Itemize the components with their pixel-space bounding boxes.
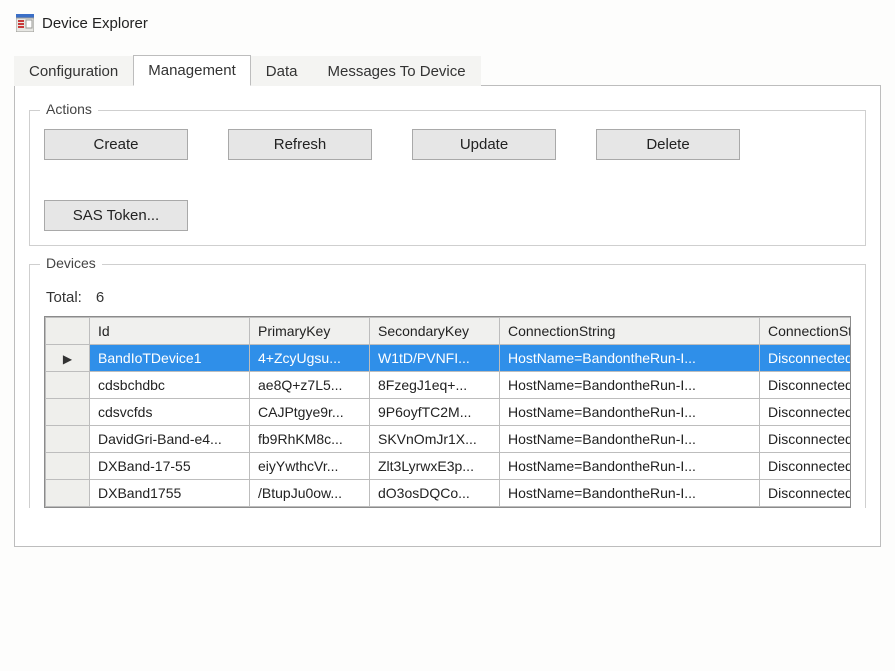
cell-id[interactable]: DXBand-17-55 (90, 453, 250, 480)
tab-content: Actions Create Refresh Update Delete SAS… (14, 86, 881, 547)
titlebar: Device Explorer (14, 10, 881, 46)
cell-connectionstring[interactable]: HostName=BandontheRun-I... (500, 480, 760, 507)
table-row[interactable]: ▶ BandIoTDevice14+ZcyUgsu...W1tD/PVNFI...… (46, 345, 852, 372)
table-row[interactable]: cdsvcfdsCAJPtgye9r...9P6oyfTC2M...HostNa… (46, 399, 852, 426)
cell-connectionstring[interactable]: HostName=BandontheRun-I... (500, 426, 760, 453)
cell-connectionstring[interactable]: HostName=BandontheRun-I... (500, 372, 760, 399)
row-indicator (46, 426, 90, 453)
row-indicator (46, 372, 90, 399)
col-secondarykey[interactable]: SecondaryKey (370, 318, 500, 345)
devices-group: Devices Total:6 Id PrimaryKey SecondaryK… (29, 264, 866, 508)
devices-legend: Devices (40, 255, 102, 271)
cell-id[interactable]: cdsbchdbc (90, 372, 250, 399)
cell-connectionstring[interactable]: HostName=BandontheRun-I... (500, 345, 760, 372)
col-primarykey[interactable]: PrimaryKey (250, 318, 370, 345)
create-button[interactable]: Create (44, 129, 188, 160)
table-row[interactable]: DavidGri-Band-e4...fb9RhKM8c...SKVnOmJr1… (46, 426, 852, 453)
row-indicator (46, 453, 90, 480)
cell-secondarykey[interactable]: W1tD/PVNFI... (370, 345, 500, 372)
sas-token-button[interactable]: SAS Token... (44, 200, 188, 231)
row-indicator (46, 480, 90, 507)
cell-id[interactable]: cdsvcfds (90, 399, 250, 426)
table-row[interactable]: cdsbchdbcae8Q+z7L5...8FzegJ1eq+...HostNa… (46, 372, 852, 399)
devices-total: Total: 6 (46, 289, 851, 306)
cell-secondarykey[interactable]: SKVnOmJr1X... (370, 426, 500, 453)
cell-connectionstate[interactable]: Disconnected (760, 399, 852, 426)
cell-connectionstring[interactable]: HostName=BandontheRun-I... (500, 399, 760, 426)
cell-primarykey[interactable]: ae8Q+z7L5... (250, 372, 370, 399)
cell-id[interactable]: BandIoTDevice1 (90, 345, 250, 372)
tab-data[interactable]: Data (251, 56, 313, 86)
refresh-button[interactable]: Refresh (228, 129, 372, 160)
row-indicator: ▶ (46, 345, 90, 372)
cell-secondarykey[interactable]: 9P6oyfTC2M... (370, 399, 500, 426)
row-header-blank (46, 318, 90, 345)
col-connectionstate[interactable]: ConnectionStat (760, 318, 852, 345)
current-row-icon: ▶ (63, 352, 72, 366)
window: Device Explorer Configuration Management… (0, 0, 895, 557)
cell-id[interactable]: DavidGri-Band-e4... (90, 426, 250, 453)
grid-header-row[interactable]: Id PrimaryKey SecondaryKey ConnectionStr… (46, 318, 852, 345)
devices-grid[interactable]: Id PrimaryKey SecondaryKey ConnectionStr… (44, 316, 851, 508)
devices-total-value: 6 (96, 289, 104, 306)
cell-connectionstate[interactable]: Disconnected (760, 372, 852, 399)
delete-button[interactable]: Delete (596, 129, 740, 160)
table-row[interactable]: DXBand-17-55eiyYwthcVr...Zlt3LyrwxE3p...… (46, 453, 852, 480)
cell-connectionstate[interactable]: Disconnected (760, 426, 852, 453)
cell-primarykey[interactable]: CAJPtgye9r... (250, 399, 370, 426)
tab-management[interactable]: Management (133, 55, 251, 86)
actions-legend: Actions (40, 101, 98, 117)
tabstrip: Configuration Management Data Messages T… (14, 54, 881, 86)
tab-configuration[interactable]: Configuration (14, 56, 133, 86)
cell-primarykey[interactable]: 4+ZcyUgsu... (250, 345, 370, 372)
window-title: Device Explorer (42, 15, 148, 32)
cell-connectionstring[interactable]: HostName=BandontheRun-I... (500, 453, 760, 480)
cell-secondarykey[interactable]: dO3osDQCo... (370, 480, 500, 507)
cell-primarykey[interactable]: fb9RhKM8c... (250, 426, 370, 453)
actions-row: Create Refresh Update Delete SAS Token..… (44, 129, 851, 231)
col-connectionstring[interactable]: ConnectionString (500, 318, 760, 345)
tab-messages[interactable]: Messages To Device (312, 56, 480, 86)
cell-id[interactable]: DXBand1755 (90, 480, 250, 507)
cell-connectionstate[interactable]: Disconnected (760, 345, 852, 372)
app-icon (16, 14, 34, 32)
cell-connectionstate[interactable]: Disconnected (760, 453, 852, 480)
table-row[interactable]: DXBand1755/BtupJu0ow...dO3osDQCo...HostN… (46, 480, 852, 507)
devices-total-label: Total: (46, 289, 82, 306)
cell-primarykey[interactable]: /BtupJu0ow... (250, 480, 370, 507)
cell-secondarykey[interactable]: Zlt3LyrwxE3p... (370, 453, 500, 480)
actions-group: Actions Create Refresh Update Delete SAS… (29, 110, 866, 246)
cell-connectionstate[interactable]: Disconnected (760, 480, 852, 507)
update-button[interactable]: Update (412, 129, 556, 160)
cell-primarykey[interactable]: eiyYwthcVr... (250, 453, 370, 480)
col-id[interactable]: Id (90, 318, 250, 345)
row-indicator (46, 399, 90, 426)
cell-secondarykey[interactable]: 8FzegJ1eq+... (370, 372, 500, 399)
